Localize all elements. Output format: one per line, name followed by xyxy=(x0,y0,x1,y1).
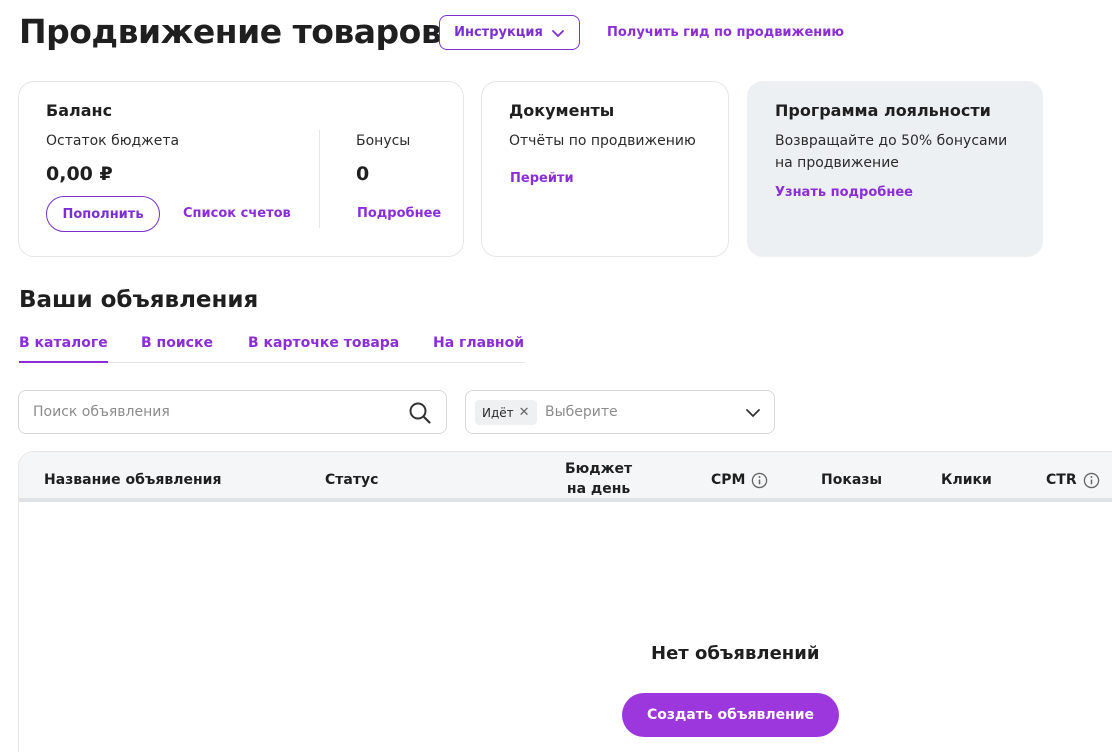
loyalty-text-line2: на продвижение xyxy=(775,155,899,171)
loyalty-title: Программа лояльности xyxy=(775,101,991,120)
page-title: Продвижение товаров xyxy=(19,12,442,51)
info-icon[interactable] xyxy=(751,472,768,489)
ads-table: Название объявления Статус Бюджет на ден… xyxy=(18,451,1112,752)
column-views[interactable]: Показы xyxy=(821,470,882,490)
instruction-dropdown-button[interactable]: Инструкция xyxy=(439,15,580,50)
column-status[interactable]: Статус xyxy=(325,470,378,490)
create-ad-button[interactable]: Создать объявление xyxy=(622,693,839,737)
balance-card: Баланс Остаток бюджета 0,00 ₽ Пополнить … xyxy=(18,81,464,257)
column-cpm-label: CPM xyxy=(711,472,746,488)
documents-text: Отчёты по продвижению xyxy=(509,133,696,149)
status-chip-label: Идёт xyxy=(482,405,514,420)
column-clicks[interactable]: Клики xyxy=(941,470,992,490)
column-ctr-label: CTR xyxy=(1046,472,1077,488)
search-icon[interactable] xyxy=(408,401,432,425)
tab-main[interactable]: На главной xyxy=(433,335,524,363)
ads-section-title: Ваши объявления xyxy=(19,287,259,313)
status-chip: Идёт ✕ xyxy=(475,400,537,425)
bonuses-details-link[interactable]: Подробнее xyxy=(357,206,441,221)
loyalty-card: Программа лояльности Возвращайте до 50% … xyxy=(747,81,1043,257)
budget-label: Остаток бюджета xyxy=(46,133,180,149)
chevron-down-icon[interactable] xyxy=(744,404,762,422)
column-name[interactable]: Название объявления xyxy=(44,470,221,490)
select-placeholder: Выберите xyxy=(545,404,618,420)
budget-value: 0,00 ₽ xyxy=(46,163,113,185)
documents-link[interactable]: Перейти xyxy=(510,171,574,186)
topup-button[interactable]: Пополнить xyxy=(46,196,160,232)
ads-tabs: В каталоге В поиске В карточке товара На… xyxy=(19,335,525,363)
instruction-label: Инструкция xyxy=(454,25,543,40)
empty-state-title: Нет объявлений xyxy=(651,643,820,664)
status-select[interactable]: Идёт ✕ Выберите xyxy=(465,390,775,434)
bonuses-value: 0 xyxy=(356,163,370,185)
column-budget[interactable]: Бюджет на день xyxy=(565,459,632,499)
divider xyxy=(319,130,320,228)
documents-title: Документы xyxy=(509,101,615,120)
tab-product-card[interactable]: В карточке товара xyxy=(248,335,399,363)
loyalty-link[interactable]: Узнать подробнее xyxy=(775,185,913,200)
search-placeholder: Поиск объявления xyxy=(33,404,170,420)
guide-link[interactable]: Получить гид по продвижению xyxy=(607,25,844,40)
column-budget-line1: Бюджет xyxy=(565,461,633,477)
loyalty-text-line1: Возвращайте до 50% бонусами xyxy=(775,133,1008,149)
column-budget-line2: на день xyxy=(566,481,631,497)
column-cpm[interactable]: CPM xyxy=(711,470,768,490)
close-icon[interactable]: ✕ xyxy=(519,405,530,420)
bonuses-label: Бонусы xyxy=(356,133,411,149)
chevron-down-icon xyxy=(552,29,564,37)
invoices-link[interactable]: Список счетов xyxy=(183,206,291,221)
balance-title: Баланс xyxy=(46,101,113,120)
documents-card: Документы Отчёты по продвижению Перейти xyxy=(481,81,729,257)
search-input[interactable]: Поиск объявления xyxy=(18,390,447,434)
tab-search[interactable]: В поиске xyxy=(141,335,213,363)
tab-catalog[interactable]: В каталоге xyxy=(19,335,108,363)
column-ctr[interactable]: CTR xyxy=(1046,470,1100,490)
table-header: Название объявления Статус Бюджет на ден… xyxy=(19,452,1112,502)
info-icon[interactable] xyxy=(1083,472,1100,489)
